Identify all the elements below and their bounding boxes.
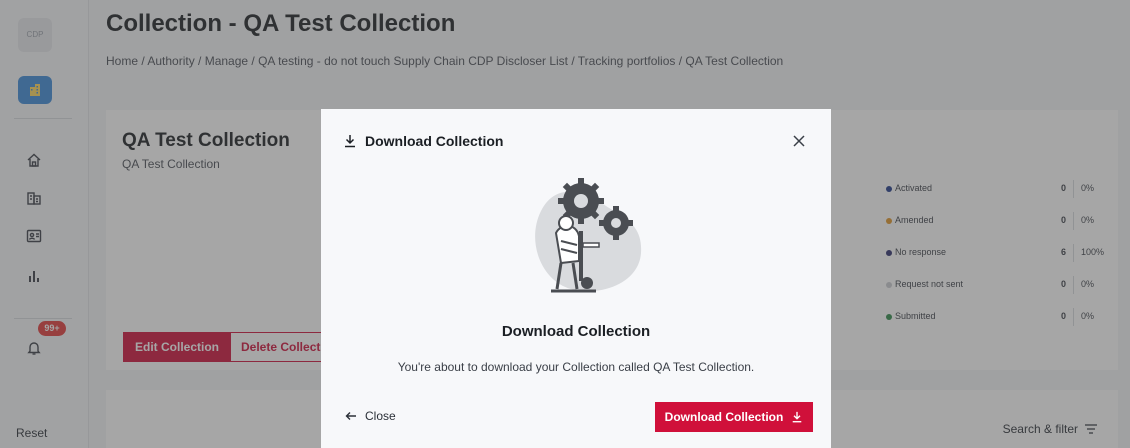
arrow-left-icon — [345, 412, 356, 420]
dialog-title: Download Collection — [365, 133, 504, 149]
download-icon — [793, 411, 802, 423]
dialog-heading: Download Collection — [501, 323, 651, 340]
close-button-label: Close — [365, 409, 396, 423]
download-icon — [345, 135, 355, 148]
close-button[interactable]: Close — [345, 409, 396, 423]
close-icon[interactable] — [791, 133, 807, 149]
download-collection-dialog: Download Collection Download Collection … — [321, 109, 831, 448]
dialog-message: You're about to download your Collection… — [397, 360, 755, 374]
dialog-header: Download Collection — [343, 133, 503, 149]
gears-illustration — [535, 178, 642, 293]
download-button-label: Download Collection — [664, 410, 784, 424]
download-collection-button[interactable]: Download Collection — [655, 402, 813, 432]
